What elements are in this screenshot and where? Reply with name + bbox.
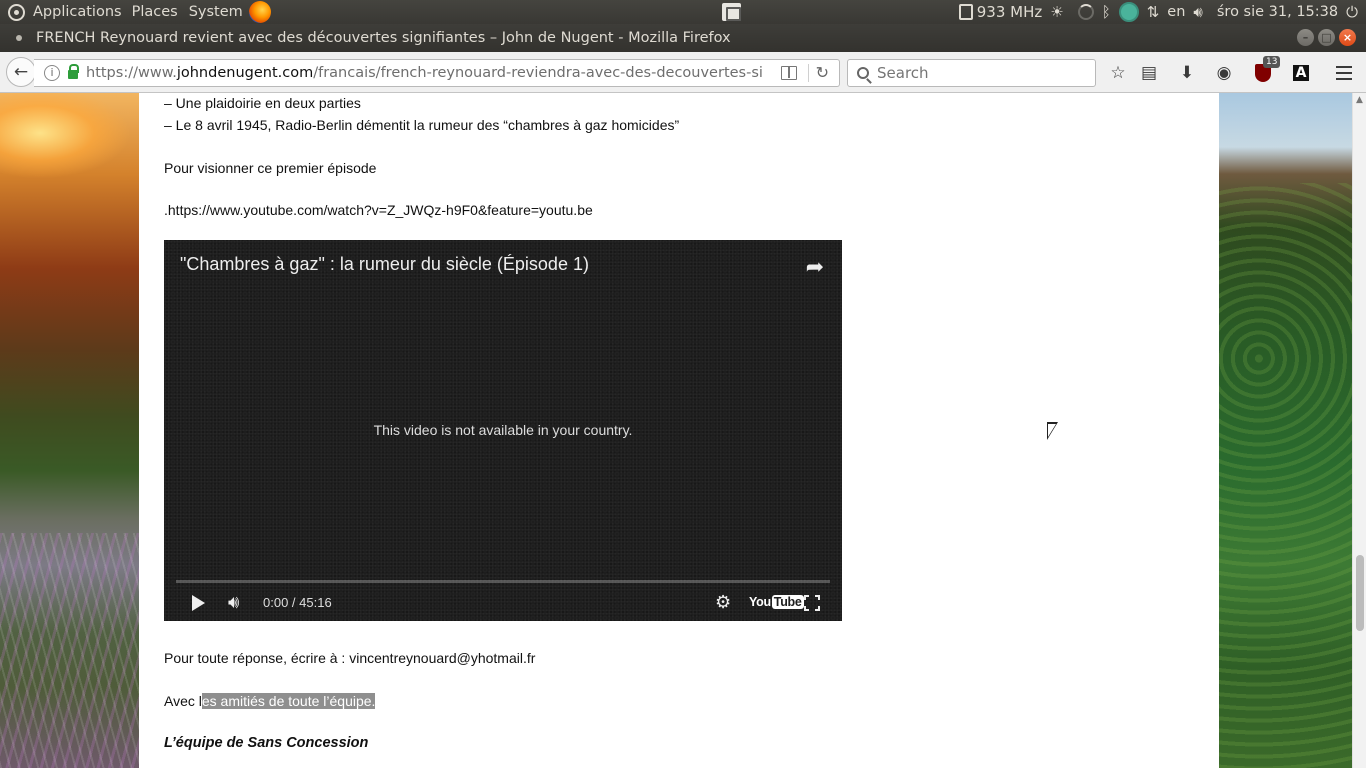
url-bar-separator <box>808 64 809 82</box>
window-title: FRENCH Reynouard revient avec des découv… <box>36 30 731 46</box>
selected-text[interactable]: es amitiés de toute l’équipe. <box>201 693 376 709</box>
clock[interactable]: śro sie 31, 15:38 <box>1217 0 1338 24</box>
ublock-button[interactable]: 13 <box>1252 56 1281 84</box>
volume-icon[interactable]: 🔊︎ <box>1193 0 1202 24</box>
system-tray: 933 MHz ☀ ᛒ ⇅ en 🔊︎ śro sie 31, 15:38 ⏻ <box>955 0 1366 24</box>
menu-hamburger-icon[interactable] <box>1333 62 1355 84</box>
places-menu-label: Places <box>131 4 178 20</box>
share-icon[interactable]: ➦ <box>806 254 824 280</box>
cpu-freq-indicator[interactable]: 933 MHz <box>958 0 1043 24</box>
search-bar[interactable] <box>847 59 1096 87</box>
article-line: – Le 8 avril 1945, Radio-Berlin démentit… <box>164 117 680 133</box>
youtube-logo[interactable]: You Tube <box>749 595 804 609</box>
browser-toolbar: ← i https://www.johndenugent.com/francai… <box>0 52 1366 93</box>
top-panel: Applications Places System 933 MHz ☀ ᛒ ⇅… <box>0 0 1366 24</box>
video-time: 0:00 / 45:16 <box>263 595 332 610</box>
video-progress-bar[interactable] <box>176 580 830 583</box>
places-menu[interactable]: Places <box>132 0 178 24</box>
url-text[interactable]: https://www.johndenugent.com/francais/fr… <box>86 65 762 81</box>
window-menu-icon[interactable] <box>16 35 22 41</box>
reload-icon[interactable]: ↻ <box>816 63 829 82</box>
scroll-up-arrow-icon[interactable]: ▲ <box>1356 95 1363 105</box>
url-path: /francais/french-reynouard-reviendra-ave… <box>313 65 762 81</box>
cpu-chip-icon <box>958 4 973 20</box>
ubuntu-logo-icon <box>8 3 25 21</box>
loading-spinner-icon <box>1077 0 1094 24</box>
brightness-icon[interactable]: ☀ <box>1050 0 1063 24</box>
bookmarks-menu-icon[interactable]: ▤ <box>1138 62 1160 84</box>
youtube-link-text[interactable]: .https://www.youtube.com/watch?v=Z_JWQz-… <box>164 202 593 218</box>
reader-view-icon[interactable] <box>781 66 797 80</box>
page-scrollbar[interactable]: ▲ <box>1352 93 1366 768</box>
signature: L’équipe de Sans Concession <box>164 735 369 751</box>
url-bar[interactable]: i https://www.johndenugent.com/francais/… <box>34 59 840 87</box>
volume-icon[interactable]: 🔊︎ <box>228 592 239 613</box>
bluetooth-icon[interactable]: ᛒ <box>1102 0 1111 24</box>
window-list-icon[interactable] <box>722 3 741 21</box>
applications-menu[interactable]: Applications <box>0 0 122 24</box>
video-title[interactable]: "Chambres à gaz" : la rumeur du siècle (… <box>180 254 589 275</box>
landscape-background-left <box>0 93 140 768</box>
video-unavailable-message: This video is not available in your coun… <box>373 422 633 438</box>
cpu-freq-label: 933 MHz <box>976 3 1043 21</box>
network-wifi-icon[interactable] <box>1118 0 1139 24</box>
scrollbar-thumb[interactable] <box>1356 555 1364 631</box>
landscape-background-right <box>1219 93 1352 768</box>
back-button[interactable]: ← <box>6 57 36 87</box>
close-button[interactable]: × <box>1339 29 1356 46</box>
window-titlebar[interactable]: FRENCH Reynouard revient avec des découv… <box>0 24 1366 52</box>
minimize-button[interactable]: – <box>1297 29 1314 46</box>
article-line: – Une plaidoirie en deux parties <box>164 95 361 111</box>
article-line: Pour visionner ce premier épisode <box>164 160 377 176</box>
window-controls: – □ × <box>1297 29 1356 46</box>
contact-line: Pour toute réponse, écrire à : vincentre… <box>164 650 536 666</box>
site-info-icon[interactable]: i <box>44 65 60 81</box>
settings-gear-icon[interactable]: ⚙ <box>715 592 731 613</box>
firefox-launcher-icon[interactable] <box>248 1 271 23</box>
youtube-embed[interactable]: "Chambres à gaz" : la rumeur du siècle (… <box>164 240 842 621</box>
page-viewport: – Une plaidoirie en deux parties – Le 8 … <box>0 93 1352 768</box>
secure-lock-icon[interactable] <box>68 63 79 79</box>
privacy-mask-icon[interactable]: ◉ <box>1213 62 1235 84</box>
ublock-badge: 13 <box>1263 56 1281 68</box>
power-icon[interactable]: ⏻ <box>1346 0 1358 24</box>
network-transfer-icon[interactable]: ⇅ <box>1147 0 1160 24</box>
fullscreen-icon[interactable] <box>804 595 820 611</box>
mouse-cursor <box>1047 422 1058 440</box>
system-menu-label: System <box>188 4 243 20</box>
youtube-logo-you: You <box>749 595 771 609</box>
keyboard-layout-indicator[interactable]: en <box>1167 0 1185 24</box>
regards-prefix: Avec l <box>164 693 202 709</box>
play-icon[interactable] <box>192 595 205 611</box>
regards-line: Avec les amitiés de toute l’équipe. <box>164 693 376 709</box>
applications-menu-label: Applications <box>33 4 122 20</box>
url-host: johndenugent.com <box>176 65 314 81</box>
extension-a-icon[interactable]: A <box>1290 62 1312 84</box>
youtube-logo-tube: Tube <box>771 595 804 609</box>
maximize-button[interactable]: □ <box>1318 29 1335 46</box>
downloads-icon[interactable]: ⬇ <box>1176 62 1198 84</box>
url-prefix: https://www. <box>86 65 177 81</box>
search-input[interactable] <box>877 64 1087 82</box>
bookmark-star-icon[interactable]: ☆ <box>1107 62 1129 84</box>
system-menu[interactable]: System <box>189 0 243 24</box>
search-icon <box>857 67 869 79</box>
